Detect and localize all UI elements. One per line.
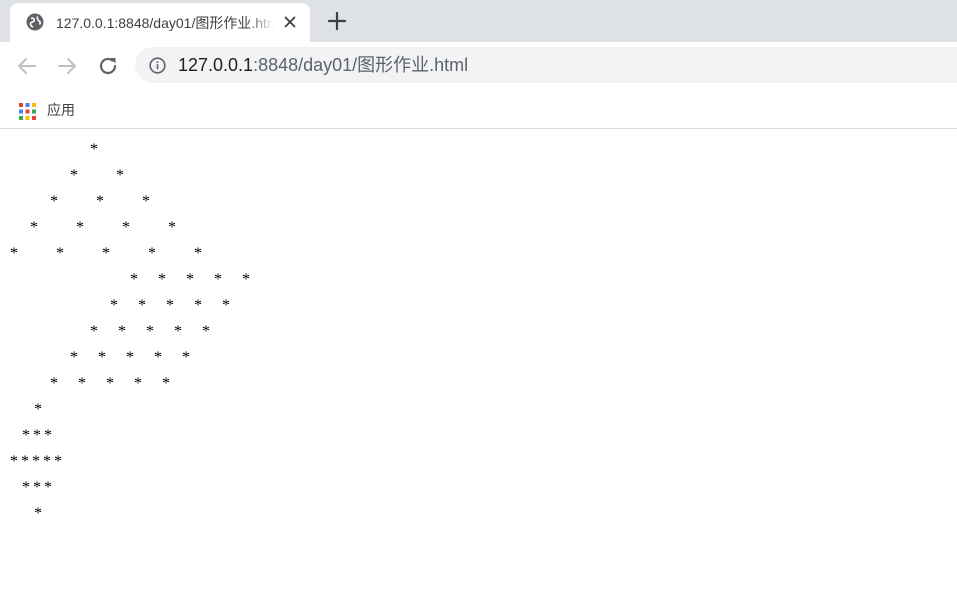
- back-arrow-icon[interactable]: [15, 54, 39, 78]
- parallelogram-row-2: * * * * *: [110, 297, 238, 314]
- parallelogram-row-1: * * * * *: [130, 271, 258, 288]
- triangle-row-1: *: [90, 141, 108, 158]
- url-host: 127.0.0.1: [178, 55, 254, 75]
- diamond-row-4: ***: [22, 479, 55, 496]
- triangle-row-5: * * * * *: [10, 245, 212, 262]
- forward-arrow-icon[interactable]: [55, 54, 79, 78]
- tab-title: 127.0.0.1:8848/day01/图形作业.html: [56, 15, 274, 31]
- page-content: * * * * * * * * * * * * * * * * * * * * …: [0, 129, 957, 598]
- reload-icon[interactable]: [96, 54, 120, 78]
- address-url: 127.0.0.1:8848/day01/图形作业.html: [178, 47, 468, 83]
- info-icon[interactable]: [149, 57, 166, 74]
- address-bar[interactable]: 127.0.0.1:8848/day01/图形作业.html: [135, 47, 957, 83]
- browser-tab[interactable]: 127.0.0.1:8848/day01/图形作业.html: [10, 3, 310, 42]
- parallelogram-row-4: * * * * *: [70, 349, 198, 366]
- triangle-row-4: * * * *: [30, 219, 186, 236]
- apps-label: 应用: [47, 102, 75, 118]
- parallelogram-row-5: * * * * *: [50, 375, 178, 392]
- diamond-row-5: *: [34, 505, 45, 522]
- diamond-row-1: *: [34, 401, 45, 418]
- diamond-row-2: ***: [22, 427, 55, 444]
- triangle-row-3: * * *: [50, 193, 160, 210]
- bookmarks-bar: 应用: [0, 90, 957, 129]
- triangle-row-2: * *: [70, 167, 134, 184]
- apps-grid-icon: [19, 103, 36, 120]
- globe-icon: [26, 13, 44, 31]
- new-tab-plus-icon[interactable]: [326, 10, 348, 32]
- close-icon[interactable]: [282, 14, 298, 30]
- url-path: :8848/day01/图形作业.html: [253, 55, 469, 75]
- parallelogram-row-3: * * * * *: [90, 323, 218, 340]
- browser-toolbar: 127.0.0.1:8848/day01/图形作业.html: [0, 42, 957, 90]
- tab-strip: 127.0.0.1:8848/day01/图形作业.html: [0, 0, 957, 42]
- diamond-row-3: *****: [10, 453, 65, 470]
